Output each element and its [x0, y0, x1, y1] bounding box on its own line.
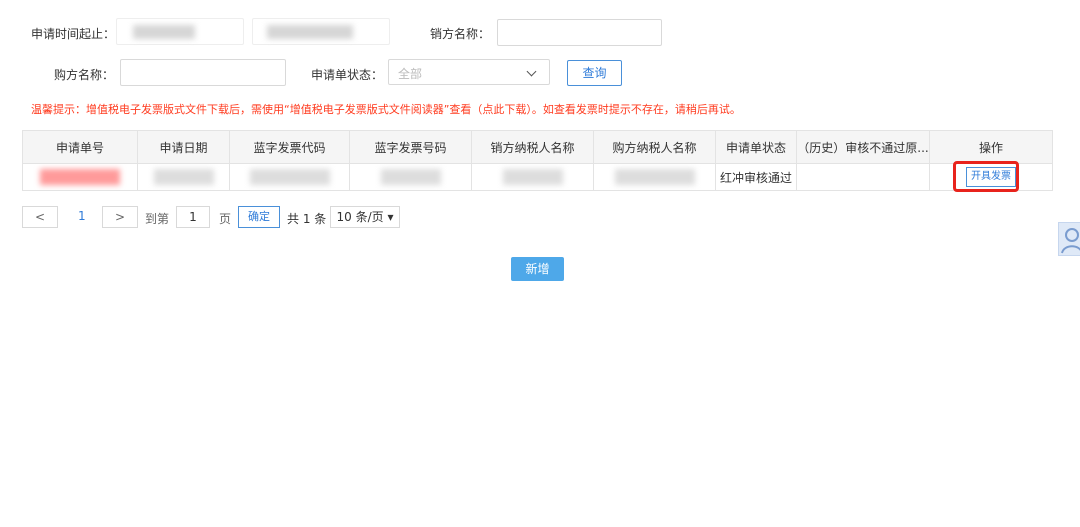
status-select[interactable]: 全部	[388, 59, 550, 85]
application-table: 申请单号 申请日期 蓝字发票代码 蓝字发票号码 销方纳税人名称 购方纳税人名称 …	[22, 130, 1053, 191]
column-header: 申请单号	[22, 130, 138, 164]
cell-buyer-name	[593, 163, 716, 191]
total-count: 共 1 条	[287, 212, 327, 226]
redacted-value	[380, 169, 441, 185]
goto-confirm-button[interactable]: 确定	[238, 206, 280, 228]
redacted-value	[153, 169, 214, 185]
warm-tip-text: 温馨提示：增值税电子发票版式文件下载后，需使用“增值税电子发票版式文件阅读器”查…	[31, 103, 741, 116]
redacted-value	[133, 25, 195, 39]
status-select-value: 全部	[398, 67, 423, 81]
seller-name-label: 销方名称：	[430, 27, 491, 41]
column-header: （历史）审核不通过原...	[796, 130, 930, 164]
user-icon[interactable]	[1058, 222, 1080, 256]
redacted-value	[40, 169, 120, 185]
table-header-row: 申请单号 申请日期 蓝字发票代码 蓝字发票号码 销方纳税人名称 购方纳税人名称 …	[22, 130, 1053, 164]
column-header: 销方纳税人名称	[471, 130, 594, 164]
column-header: 申请日期	[137, 130, 230, 164]
redacted-value	[614, 169, 695, 185]
redacted-value	[249, 169, 330, 185]
cell-status: 红冲审核通过	[715, 163, 797, 191]
next-page-button[interactable]: >	[102, 206, 138, 228]
apply-time-start-input[interactable]	[116, 18, 244, 45]
prev-page-button[interactable]: <	[22, 206, 58, 228]
current-page-number[interactable]: 1	[78, 209, 86, 223]
chevron-down-icon	[526, 66, 537, 77]
query-button[interactable]: 查询	[567, 60, 622, 86]
cell-application-date	[137, 163, 230, 191]
apply-time-end-input[interactable]	[252, 18, 390, 45]
highlight-box	[953, 161, 1019, 192]
page-unit-label: 页	[219, 212, 232, 226]
redacted-value	[267, 25, 353, 39]
buyer-name-label: 购方名称：	[54, 68, 115, 82]
page-size-select[interactable]: 10 条/页 ▾	[330, 206, 400, 228]
apply-time-label: 申请时间起止：	[31, 27, 116, 41]
add-button[interactable]: 新增	[511, 257, 564, 281]
cell-blue-invoice-number	[349, 163, 472, 191]
column-header: 购方纳税人名称	[593, 130, 716, 164]
cell-blue-invoice-code	[229, 163, 350, 191]
column-header: 操作	[929, 130, 1053, 164]
goto-label: 到第	[145, 212, 170, 226]
column-header: 蓝字发票号码	[349, 130, 472, 164]
cell-application-number[interactable]	[22, 163, 138, 191]
seller-name-input[interactable]	[497, 19, 662, 46]
cell-reject-reason	[796, 163, 930, 191]
table-row: 红冲审核通过 开具发票	[22, 163, 1053, 191]
column-header: 申请单状态	[715, 130, 797, 164]
status-label: 申请单状态：	[311, 68, 384, 82]
buyer-name-input[interactable]	[120, 59, 286, 86]
cell-seller-name	[471, 163, 594, 191]
redacted-value	[502, 169, 563, 185]
column-header: 蓝字发票代码	[229, 130, 350, 164]
goto-page-input[interactable]: 1	[176, 206, 210, 228]
